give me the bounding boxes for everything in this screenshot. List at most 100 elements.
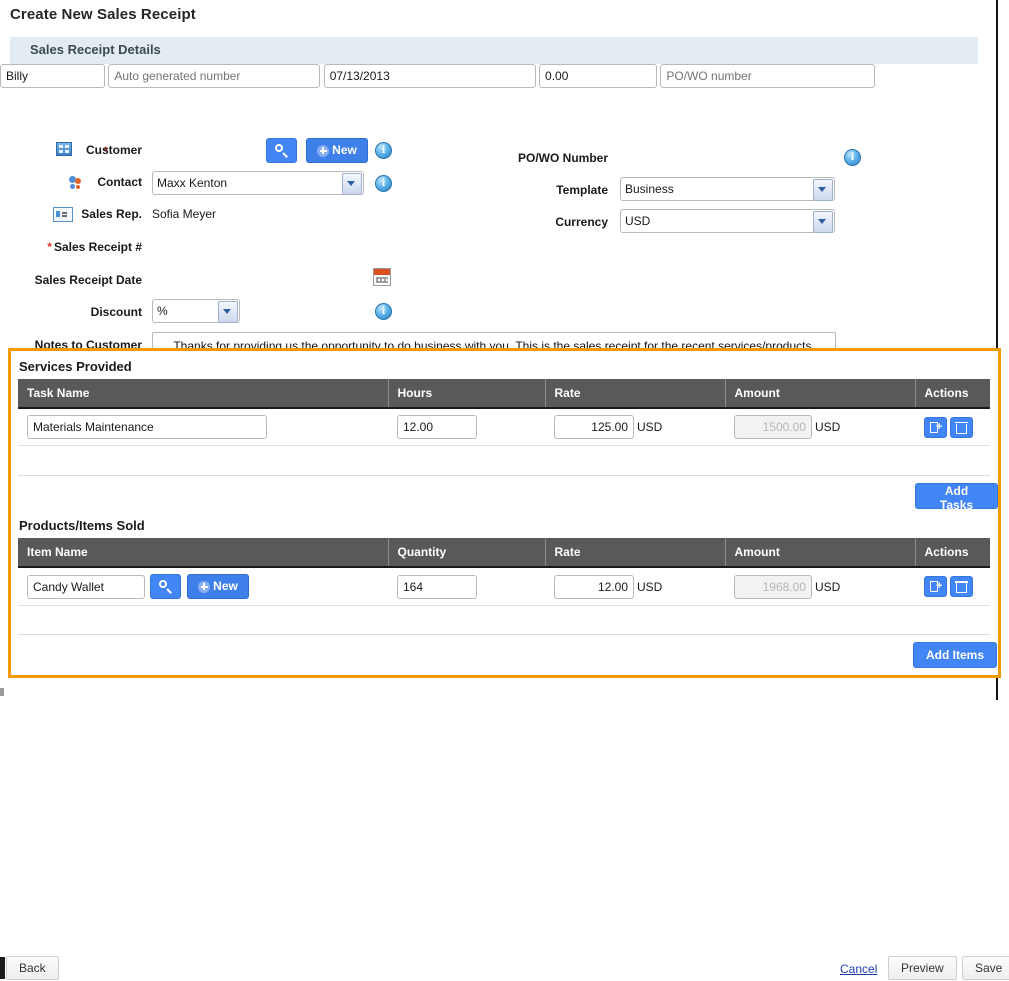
calendar-icon[interactable]	[373, 268, 391, 286]
sales-receipt-date-input[interactable]	[323, 64, 536, 88]
sales-receipt-number-label-text: Sales Receipt #	[53, 240, 142, 254]
item-rate-currency: USD	[637, 579, 663, 594]
sales-receipt-page: Create New Sales Receipt Sales Receipt D…	[0, 0, 1009, 981]
plus-circle-icon	[317, 144, 330, 157]
sales-receipt-number-label: * Sales Receipt #	[40, 240, 142, 254]
products-col-quantity: Quantity	[388, 538, 546, 568]
line-items-panel: Services Provided Task Name Hours Rate A…	[8, 348, 1001, 678]
services-col-rate: Rate	[545, 379, 726, 409]
task-name-input[interactable]	[27, 415, 267, 439]
page-left-marker	[0, 957, 5, 979]
item-quantity-input[interactable]	[397, 574, 477, 599]
task-hours-input[interactable]	[397, 415, 477, 439]
products-cell-actions	[915, 567, 990, 606]
item-amount-currency: USD	[815, 579, 841, 594]
discount-type-select[interactable]: %	[152, 299, 240, 323]
duplicate-row-icon[interactable]	[924, 416, 947, 438]
search-icon	[275, 144, 288, 157]
id-card-icon	[53, 207, 73, 222]
task-rate-currency: USD	[637, 420, 663, 434]
discount-amount-input[interactable]	[539, 64, 658, 88]
products-cell-rate: USD	[545, 567, 725, 606]
services-cell-actions	[915, 408, 990, 446]
totals-section: Sub Total Discount Shipping and Handling…	[0, 690, 1009, 960]
delete-row-icon[interactable]	[950, 416, 973, 438]
contact-icon	[68, 175, 84, 190]
products-col-rate: Rate	[545, 538, 726, 568]
customer-search-button[interactable]	[266, 138, 297, 163]
task-amount-input	[734, 415, 812, 439]
sales-receipt-number-input[interactable]	[108, 64, 321, 88]
po-wo-info-icon[interactable]	[844, 149, 861, 166]
po-wo-number-label: PO/WO Number	[517, 151, 608, 165]
currency-select[interactable]: USD	[620, 209, 835, 233]
section-title: Sales Receipt Details	[30, 42, 161, 57]
products-table: Item Name Quantity Rate Amount Actions N…	[18, 538, 990, 606]
save-button[interactable]: Save	[962, 956, 1009, 980]
customer-label-text: Customer	[85, 143, 142, 157]
duplicate-row-icon-2[interactable]	[924, 576, 947, 597]
add-items-button[interactable]: Add Items	[913, 642, 998, 668]
delete-row-icon-2[interactable]	[950, 576, 973, 597]
back-button[interactable]: Back	[6, 956, 59, 980]
currency-label: Currency	[555, 215, 608, 229]
item-name-input[interactable]	[27, 574, 145, 599]
table-row: USD USD	[18, 408, 990, 446]
services-col-amount: Amount	[725, 379, 916, 409]
sales-receipt-details-header: Sales Receipt Details	[10, 37, 978, 64]
discount-type-wrapper: %	[152, 299, 240, 323]
products-cell-amount: USD	[725, 567, 915, 606]
po-wo-number-input[interactable]	[660, 64, 876, 88]
required-marker-2: *	[47, 240, 52, 254]
sales-rep-value: Sofia Meyer	[152, 207, 217, 221]
contact-info-icon[interactable]	[375, 175, 392, 192]
building-icon	[56, 142, 72, 156]
products-col-item-name: Item Name	[18, 538, 389, 568]
search-icon-2	[159, 580, 172, 593]
item-new-label: New	[213, 579, 238, 594]
template-select[interactable]: Business	[620, 177, 835, 201]
preview-button[interactable]: Preview	[888, 956, 957, 980]
services-header-row: Task Name Hours Rate Amount Actions	[18, 379, 990, 409]
sales-receipt-form: * Customer New Contact Maxx Kenton Sales…	[0, 64, 1009, 398]
services-cell-amount: USD	[725, 408, 915, 446]
task-amount-currency: USD	[815, 420, 841, 434]
customer-new-label: New	[332, 143, 357, 158]
item-amount-input	[734, 574, 812, 599]
customer-new-button[interactable]: New	[306, 138, 368, 163]
customer-info-icon[interactable]	[375, 142, 392, 159]
template-label: Template	[556, 183, 608, 197]
cancel-link[interactable]: Cancel	[840, 962, 877, 976]
services-table: Task Name Hours Rate Amount Actions Mate…	[18, 379, 990, 446]
services-col-task-name: Task Name	[18, 379, 389, 409]
task-rate-input[interactable]	[554, 415, 634, 439]
plus-circle-icon-2	[198, 580, 211, 593]
services-divider	[18, 475, 990, 476]
products-cell-quantity	[388, 567, 545, 606]
add-tasks-button[interactable]: Add Tasks	[915, 483, 998, 512]
item-new-button[interactable]: New	[187, 574, 249, 599]
services-col-hours: Hours	[388, 379, 546, 409]
products-col-actions: Actions	[915, 538, 990, 568]
template-select-wrapper: Business	[620, 177, 835, 201]
contact-select[interactable]: Maxx Kenton	[152, 171, 364, 195]
services-cell-hours	[388, 408, 545, 446]
discount-info-icon[interactable]	[375, 303, 392, 320]
page-title: Create New Sales Receipt	[10, 6, 196, 23]
services-col-actions: Actions	[915, 379, 990, 409]
sales-receipt-date-label: Sales Receipt Date	[34, 273, 142, 287]
services-cell-rate: USD	[545, 408, 725, 446]
table-row: New USD USD	[18, 567, 990, 606]
customer-input[interactable]	[0, 64, 105, 88]
discount-label: Discount	[90, 305, 142, 319]
item-search-button[interactable]	[150, 574, 181, 599]
contact-select-wrapper: Maxx Kenton	[152, 171, 364, 195]
contact-label: Contact	[97, 175, 142, 189]
products-header-row: Item Name Quantity Rate Amount Actions	[18, 538, 990, 568]
products-cell-item-name: New	[18, 567, 388, 606]
products-col-amount: Amount	[725, 538, 916, 568]
services-section-title: Services Provided	[19, 359, 132, 374]
currency-select-wrapper: USD	[620, 209, 835, 233]
services-cell-task-name	[18, 408, 388, 446]
item-rate-input[interactable]	[554, 574, 634, 599]
